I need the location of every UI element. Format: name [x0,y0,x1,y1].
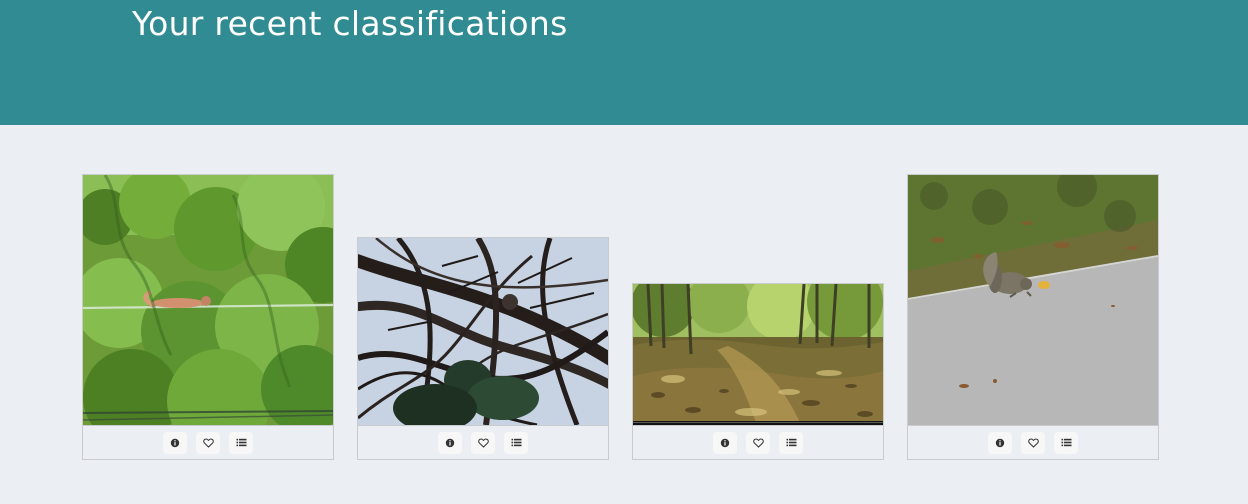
list-icon [236,438,246,447]
info-button[interactable] [988,431,1012,454]
list-icon [1061,438,1071,447]
list-icon [786,438,796,447]
bare-branches-photo [358,238,608,425]
page-title: Your recent classifications [132,4,568,43]
classification-card [82,174,334,460]
favorite-button[interactable] [1021,431,1045,454]
collections-button[interactable] [229,431,253,454]
card-actions [908,425,1158,459]
info-button[interactable] [713,431,737,454]
favorite-button[interactable] [746,431,770,454]
card-actions [358,425,608,459]
collections-button[interactable] [504,431,528,454]
heart-icon [477,438,489,448]
info-button[interactable] [438,431,462,454]
heart-icon [202,438,214,448]
classification-card [357,237,609,460]
squirrel-wire-photo [83,175,333,425]
classification-image-link[interactable] [83,175,333,425]
info-icon [445,438,455,447]
collections-button[interactable] [779,431,803,454]
squirrel-pavement-photo [908,175,1158,425]
heart-icon [752,438,764,448]
collections-button[interactable] [1054,431,1078,454]
list-icon [511,438,521,447]
classification-image-link[interactable] [908,175,1158,425]
forest-floor-photo [633,284,883,425]
classification-card [907,174,1159,460]
favorite-button[interactable] [196,431,220,454]
classification-image-link[interactable] [633,284,883,425]
favorite-button[interactable] [471,431,495,454]
card-actions [83,425,333,459]
heart-icon [1027,438,1039,448]
info-icon [170,438,180,447]
info-icon [995,438,1005,447]
card-actions [633,425,883,459]
info-button[interactable] [163,431,187,454]
classification-image-link[interactable] [358,238,608,425]
classification-card [632,283,884,460]
page-header: Your recent classifications [0,0,1248,125]
info-icon [720,438,730,447]
